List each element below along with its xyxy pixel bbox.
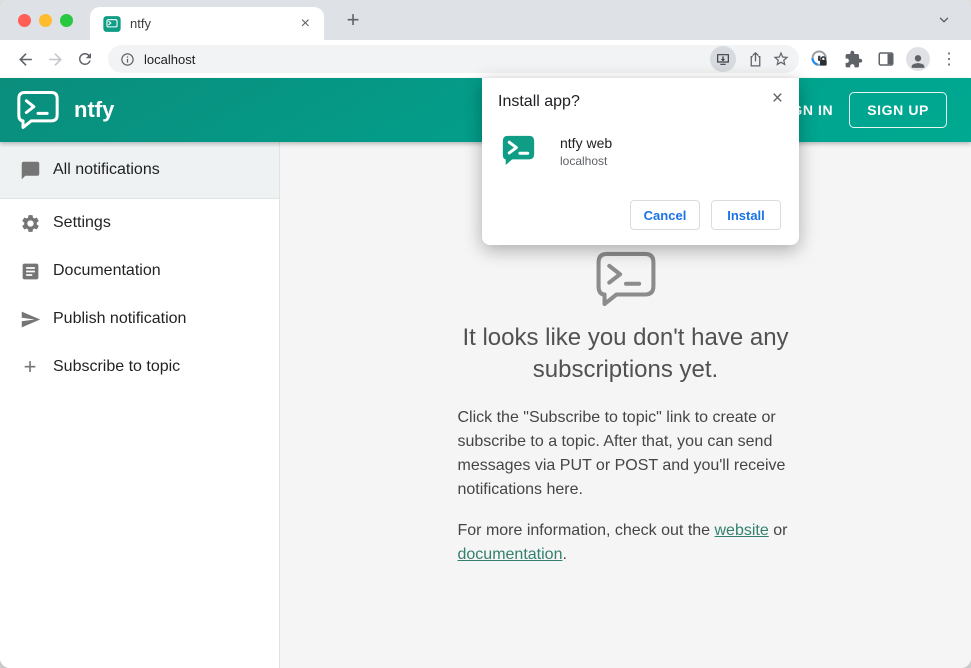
- extensions-puzzle-icon[interactable]: [840, 46, 866, 72]
- tab-search-chevron-icon[interactable]: [937, 13, 951, 27]
- install-app-dialog: Install app? × ntfy web localhost Cancel…: [482, 78, 799, 245]
- forward-button[interactable]: [42, 46, 68, 72]
- more-info-prefix: For more information, check out the: [457, 521, 715, 539]
- sidebar-item-label: Subscribe to topic: [53, 358, 181, 375]
- ntfy-terminal-icon: [458, 250, 794, 308]
- gear-icon: [18, 213, 42, 234]
- more-info-middle: or: [768, 521, 788, 539]
- profile-avatar[interactable]: [906, 47, 930, 71]
- sidebar: All notifications Settings Documentation…: [0, 142, 280, 668]
- cancel-button[interactable]: Cancel: [630, 200, 700, 230]
- app-title: ntfy: [74, 97, 115, 122]
- window-minimize-button[interactable]: [39, 14, 52, 27]
- browser-tab-ntfy[interactable]: ntfy ×: [90, 7, 324, 40]
- sign-up-button[interactable]: SIGN UP: [849, 92, 947, 128]
- install-app-omnibox-button[interactable]: [710, 46, 736, 72]
- plus-icon: +: [23, 354, 37, 379]
- dialog-app-name: ntfy web: [560, 135, 613, 151]
- install-button[interactable]: Install: [711, 200, 781, 230]
- password-manager-extension-icon[interactable]: [807, 46, 833, 72]
- empty-state-paragraph: Click the "Subscribe to topic" link to c…: [457, 408, 786, 498]
- ntfy-logo-icon: [16, 90, 60, 130]
- sidebar-item-label: Documentation: [53, 262, 161, 279]
- more-info-suffix: .: [562, 545, 567, 563]
- address-bar[interactable]: localhost: [108, 45, 799, 73]
- bookmark-star-icon[interactable]: [768, 46, 794, 72]
- website-link[interactable]: website: [715, 522, 769, 539]
- url-text[interactable]: localhost: [144, 52, 710, 67]
- sidebar-item-settings[interactable]: Settings: [0, 199, 279, 247]
- article-icon: [18, 261, 42, 282]
- more-info-paragraph: For more information, check out the webs…: [458, 519, 794, 567]
- back-button[interactable]: [12, 46, 38, 72]
- sidebar-item-documentation[interactable]: Documentation: [0, 247, 279, 295]
- documentation-link[interactable]: documentation: [458, 546, 563, 563]
- browser-menu-icon[interactable]: ⋮: [937, 49, 961, 69]
- dialog-actions: Cancel Install: [630, 200, 781, 230]
- share-icon[interactable]: [742, 46, 768, 72]
- window-close-button[interactable]: [18, 14, 31, 27]
- browser-window: ntfy × + localhost ⋮ ntfy SIGN IN SIGN U…: [0, 0, 971, 668]
- extensions-area: ⋮: [807, 46, 961, 72]
- sidebar-item-publish-notification[interactable]: Publish notification: [0, 295, 279, 343]
- browser-toolbar: localhost ⋮: [0, 40, 971, 78]
- tab-close-icon[interactable]: ×: [297, 15, 314, 33]
- tab-favicon-icon: [103, 15, 121, 33]
- reload-button[interactable]: [72, 46, 98, 72]
- send-icon: [18, 309, 42, 330]
- dialog-title: Install app?: [498, 93, 580, 110]
- sidebar-item-label: All notifications: [53, 161, 160, 178]
- tab-strip: ntfy × +: [0, 0, 971, 40]
- new-tab-button[interactable]: +: [340, 7, 366, 33]
- tab-title: ntfy: [130, 16, 151, 31]
- site-info-icon[interactable]: [120, 52, 135, 67]
- dialog-close-icon[interactable]: ×: [768, 84, 787, 114]
- sidebar-item-all-notifications[interactable]: All notifications: [0, 142, 279, 199]
- chat-icon: [18, 160, 42, 181]
- ntfy-app-icon: [500, 133, 537, 170]
- side-panel-icon[interactable]: [873, 46, 899, 72]
- window-controls: [18, 14, 73, 27]
- sidebar-item-label: Publish notification: [53, 310, 187, 327]
- empty-state-heading: It looks like you don't have any subscri…: [462, 324, 789, 384]
- dialog-app-origin: localhost: [560, 154, 608, 168]
- sidebar-item-label: Settings: [53, 214, 111, 231]
- sidebar-item-subscribe-to-topic[interactable]: + Subscribe to topic: [0, 343, 279, 391]
- window-zoom-button[interactable]: [60, 14, 73, 27]
